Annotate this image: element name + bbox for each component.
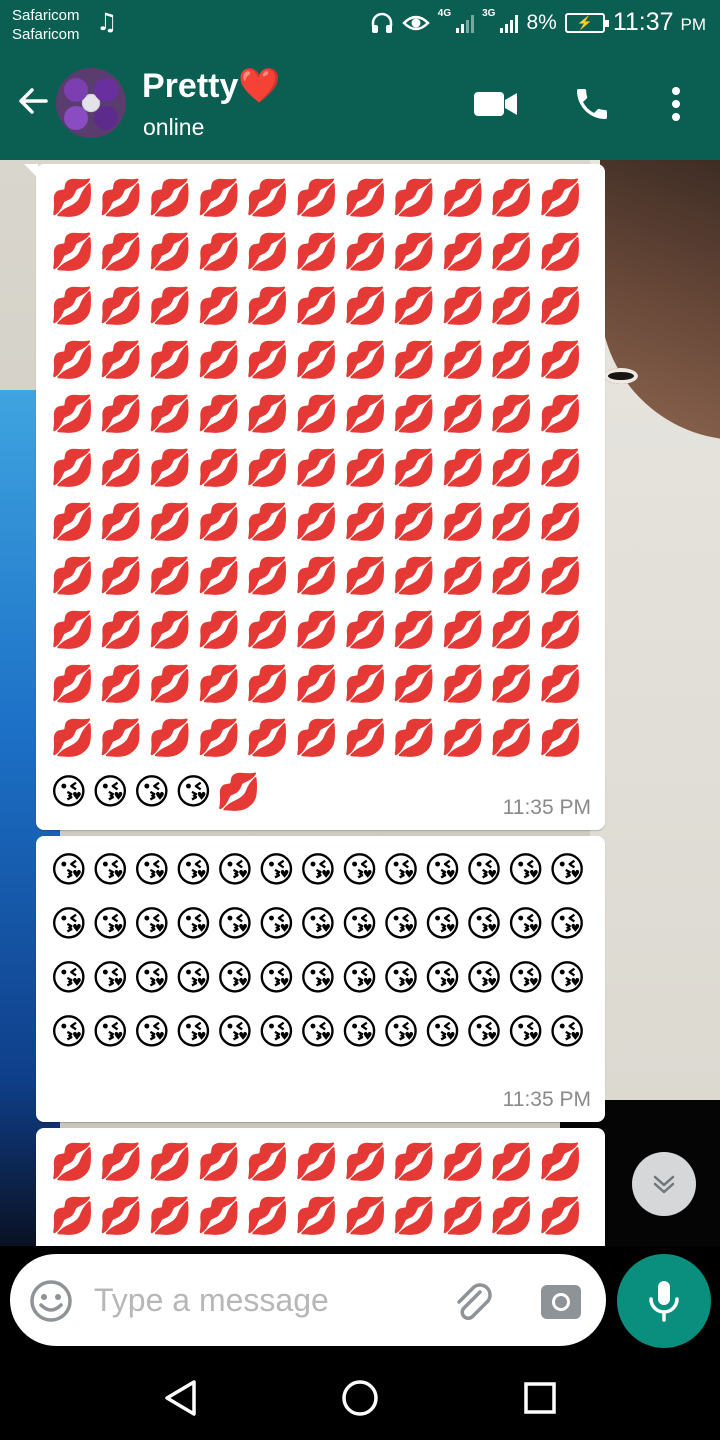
more-vertical-icon [672, 87, 680, 121]
status-indicators: 4G 3G 8% ⚡ 11:37 PM [370, 8, 706, 37]
paperclip-icon[interactable] [450, 1278, 496, 1324]
bubble-tail [24, 164, 38, 178]
microphone-icon [649, 1281, 679, 1322]
status-bar: Safaricom Safaricom ♫ 4G 3G 8% ⚡ 11:37 P… [0, 0, 720, 48]
signal-strength-icon [456, 13, 475, 33]
message-time: 11:35 PM [502, 796, 591, 819]
phone-icon [577, 89, 607, 119]
eye-icon [402, 13, 430, 33]
message-text: 💋💋💋💋💋💋💋💋💋💋💋💋💋💋💋💋💋💋💋💋💋💋💋💋💋💋💋💋💋💋💋💋💋💋💋💋💋💋💋💋… [50, 178, 588, 813]
carrier-info: Safaricom Safaricom [12, 6, 80, 44]
message-text: 😘😘😘😘😘😘😘😘😘😘😘😘😘😘😘😘😘😘😘😘😘😘😘😘😘😘😘😘😘😘😘😘😘😘😘😘😘😘😘😘… [50, 850, 590, 1053]
clock: 11:37 PM [613, 8, 706, 37]
triangle-back-icon [165, 1380, 196, 1416]
arrow-left-icon[interactable] [16, 84, 50, 118]
network-type-2: 3G [482, 8, 496, 19]
message-bubble[interactable]: 💋💋💋💋💋💋💋💋💋💋💋💋💋💋💋💋💋💋💋💋💋💋💋💋💋💋💋💋💋💋💋💋💋💋💋💋💋💋💋💋… [24, 164, 605, 830]
battery-charging-icon: ⚡ [564, 12, 609, 33]
input-bar [0, 1246, 720, 1356]
chat-header: Pretty❤️ online [0, 48, 720, 160]
avatar[interactable] [56, 68, 126, 138]
message-time: 11:35 PM [502, 1088, 591, 1111]
scroll-to-bottom-button[interactable] [632, 1152, 696, 1216]
battery-percentage: 8% [526, 10, 557, 34]
message-compose-box [10, 1254, 606, 1346]
voice-call-button[interactable] [570, 82, 614, 126]
video-camera-icon [474, 92, 517, 116]
chat-area[interactable]: 💋💋💋💋💋💋💋💋💋💋💋💋💋💋💋💋💋💋💋💋💋💋💋💋💋💋💋💋💋💋💋💋💋💋💋💋💋💋💋💋… [0, 160, 720, 1246]
smiley-icon[interactable] [28, 1278, 74, 1324]
carrier-line-2: Safaricom [12, 26, 80, 43]
network-type-1: 4G [437, 8, 452, 19]
contact-status: online [143, 114, 205, 140]
square-recents-icon [524, 1382, 556, 1414]
voice-message-button[interactable] [617, 1254, 711, 1348]
signal-strength-icon-2 [500, 13, 519, 33]
camera-icon[interactable] [538, 1278, 584, 1324]
wallpaper-eye [604, 368, 638, 384]
clock-ampm: PM [680, 15, 707, 34]
clock-time: 11:37 [612, 8, 674, 36]
circle-home-icon [342, 1380, 378, 1416]
nav-back-button[interactable] [160, 1378, 200, 1418]
nav-recents-button[interactable] [520, 1378, 560, 1418]
more-options-button[interactable] [654, 82, 698, 126]
system-navigation-bar [0, 1356, 720, 1440]
message-bubble[interactable]: 😘😘😘😘😘😘😘😘😘😘😘😘😘😘😘😘😘😘😘😘😘😘😘😘😘😘😘😘😘😘😘😘😘😘😘😘😘😘😘😘… [36, 836, 605, 1122]
contact-name[interactable]: Pretty❤️ [142, 66, 281, 106]
chevron-double-down-icon [653, 1175, 675, 1194]
message-bubble[interactable]: 💋💋💋💋💋💋💋💋💋💋💋💋💋💋💋💋💋💋💋💋💋💋 [36, 1128, 605, 1246]
video-call-button[interactable] [474, 82, 518, 126]
nav-home-button[interactable] [340, 1378, 380, 1418]
headphones-icon [370, 12, 394, 34]
message-input[interactable] [94, 1274, 434, 1326]
message-text: 💋💋💋💋💋💋💋💋💋💋💋💋💋💋💋💋💋💋💋💋💋💋 [50, 1142, 588, 1237]
music-note-icon: ♫ [96, 8, 118, 36]
carrier-line-1: Safaricom [12, 7, 80, 24]
